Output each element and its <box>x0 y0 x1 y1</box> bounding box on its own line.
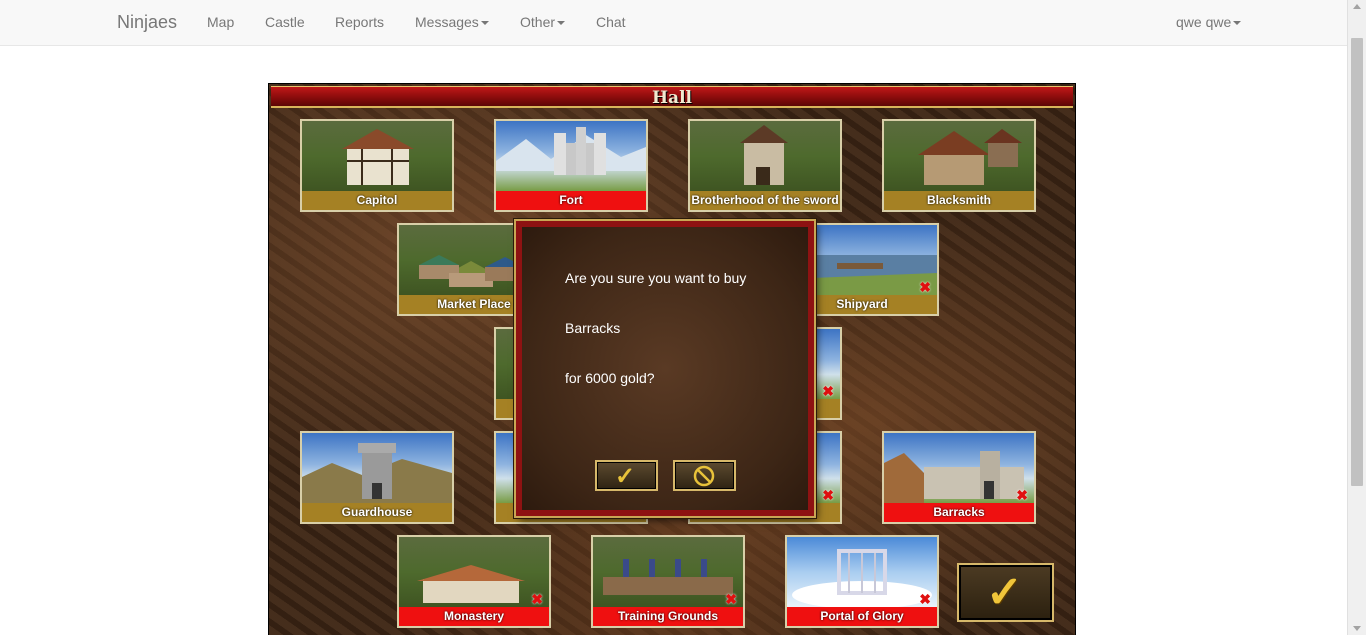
building-image <box>496 121 646 191</box>
hall-confirm-button[interactable]: ✓ <box>957 563 1054 622</box>
hall-title-bar: Hall <box>271 86 1073 108</box>
user-menu-dropdown[interactable]: qwe qwe <box>1176 14 1242 30</box>
nav-chat[interactable]: Chat <box>596 14 626 30</box>
portal-of-glory-image <box>792 549 932 607</box>
building-image <box>690 121 840 191</box>
building-name: Fort <box>496 191 646 210</box>
building-image <box>302 433 452 503</box>
building-tile-training-grounds[interactable]: ✖ Training Grounds <box>591 535 745 628</box>
building-image: ✖ <box>787 537 937 607</box>
brand-link[interactable]: Ninjaes <box>117 12 177 33</box>
unavailable-x-icon: ✖ <box>822 383 834 399</box>
checkmark-icon: ✓ <box>986 568 1023 617</box>
training-grounds-image <box>603 559 733 595</box>
nav-castle[interactable]: Castle <box>265 14 305 30</box>
dialog-confirm-button[interactable]: ✓ <box>595 460 658 491</box>
caret-down-icon <box>557 21 566 26</box>
dialog-building-name: Barracks <box>565 320 621 336</box>
nav-messages-dropdown[interactable]: Messages <box>415 14 489 30</box>
nav-reports[interactable]: Reports <box>335 14 384 30</box>
unavailable-x-icon: ✖ <box>919 279 931 295</box>
dialog-cost: for 6000 gold? <box>565 370 655 386</box>
unavailable-x-icon: ✖ <box>822 487 834 503</box>
unavailable-x-icon: ✖ <box>919 591 931 607</box>
building-tile-guardhouse[interactable]: Guardhouse <box>300 431 454 524</box>
brotherhood-image <box>740 125 788 185</box>
building-name: Blacksmith <box>884 191 1034 210</box>
building-name: Brotherhood of the sword <box>690 191 840 210</box>
caret-down-icon <box>480 21 489 26</box>
caret-down-icon <box>1233 21 1242 26</box>
building-tile-brotherhood[interactable]: Brotherhood of the sword <box>688 119 842 212</box>
nav-map[interactable]: Map <box>207 14 234 30</box>
page-scrollbar[interactable] <box>1347 0 1366 635</box>
building-image: ✖ <box>399 537 549 607</box>
building-name: Guardhouse <box>302 503 452 522</box>
fort-image <box>496 127 646 175</box>
building-image: ✖ <box>593 537 743 607</box>
building-tile-fort[interactable]: Fort <box>494 119 648 212</box>
dialog-cancel-button[interactable] <box>673 460 736 491</box>
navbar: Ninjaes Map Castle Reports Messages Othe… <box>0 0 1347 46</box>
checkmark-icon: ✓ <box>615 463 636 490</box>
scroll-up-arrow-icon[interactable] <box>1353 4 1361 9</box>
guardhouse-image <box>302 443 452 503</box>
building-tile-monastery[interactable]: ✖ Monastery <box>397 535 551 628</box>
unavailable-x-icon: ✖ <box>531 591 543 607</box>
building-image <box>884 121 1034 191</box>
building-name: Barracks <box>884 503 1034 522</box>
unavailable-x-icon: ✖ <box>725 591 737 607</box>
unavailable-x-icon: ✖ <box>1016 487 1028 503</box>
building-tile-portal-of-glory[interactable]: ✖ Portal of Glory <box>785 535 939 628</box>
scroll-down-arrow-icon[interactable] <box>1353 626 1361 631</box>
nav-other-label: Other <box>520 14 556 30</box>
nav-messages-label: Messages <box>415 14 479 30</box>
building-name: Monastery <box>399 607 549 626</box>
hall-title: Hall <box>652 88 692 108</box>
building-image: ✖ <box>884 433 1034 503</box>
barracks-image <box>884 451 1024 503</box>
user-name: qwe qwe <box>1176 14 1232 30</box>
cancel-icon <box>693 465 715 487</box>
building-tile-blacksmith[interactable]: Blacksmith <box>882 119 1036 212</box>
capitol-image <box>342 129 414 185</box>
building-name: Capitol <box>302 191 452 210</box>
building-name: Portal of Glory <box>787 607 937 626</box>
building-tile-barracks[interactable]: ✖ Barracks <box>882 431 1036 524</box>
scroll-thumb[interactable] <box>1351 38 1363 486</box>
building-name: Training Grounds <box>593 607 743 626</box>
dialog-question: Are you sure you want to buy <box>565 270 747 286</box>
nav-other-dropdown[interactable]: Other <box>520 14 566 30</box>
building-tile-capitol[interactable]: Capitol <box>300 119 454 212</box>
building-image <box>302 121 452 191</box>
purchase-confirm-dialog: Are you sure you want to buy Barracks fo… <box>514 219 816 518</box>
monastery-image <box>417 565 525 603</box>
blacksmith-image <box>918 129 1022 185</box>
